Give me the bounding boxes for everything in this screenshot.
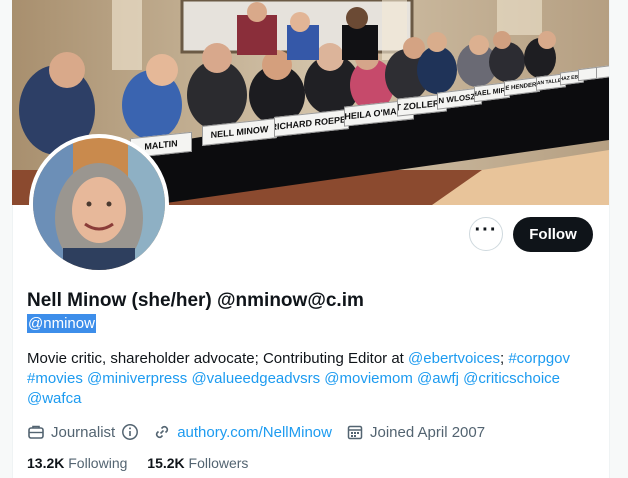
more-icon: ··· xyxy=(474,219,498,241)
calendar-icon xyxy=(347,425,363,440)
website-link[interactable]: authory.com/NellMinow xyxy=(177,424,332,441)
followers-count: 15.2K xyxy=(147,455,185,471)
avatar-photo xyxy=(33,138,165,270)
followers-link[interactable]: 15.2K Followers xyxy=(147,455,248,471)
profession-label: Journalist xyxy=(51,423,116,441)
bio-link[interactable]: #movies xyxy=(27,370,83,387)
handle: @nminow xyxy=(27,314,96,333)
handle-text: @nminow xyxy=(27,314,96,333)
follow-button[interactable]: Follow xyxy=(513,217,593,252)
profile-avatar[interactable] xyxy=(29,134,169,274)
joined-item: Joined April 2007 xyxy=(346,423,485,441)
following-label: Following xyxy=(68,455,128,471)
bio-link[interactable]: @miniverpress xyxy=(87,370,187,387)
bio-link[interactable]: @moviemom xyxy=(324,370,413,387)
bio-link[interactable]: @valueedgeadvsrs xyxy=(191,370,320,387)
followers-label: Followers xyxy=(188,455,249,471)
profession-item: Journalist xyxy=(27,423,139,441)
follow-stats: 13.2K Following 15.2K Followers xyxy=(27,455,264,471)
info-icon[interactable] xyxy=(121,423,139,441)
bio-link[interactable]: @criticschoice xyxy=(463,370,560,387)
right-column-edge xyxy=(609,0,628,478)
bio-link-corpgov[interactable]: #corpgov xyxy=(508,350,570,367)
link-icon xyxy=(156,425,169,439)
more-options-button[interactable]: ··· xyxy=(469,217,503,251)
bio-text: Movie critic, shareholder advocate; Cont… xyxy=(27,350,409,367)
website-item[interactable]: authory.com/NellMinow xyxy=(153,423,332,441)
bio-line-3: @wafca xyxy=(27,389,587,409)
bio: Movie critic, shareholder advocate; Cont… xyxy=(27,349,587,409)
name-placard xyxy=(596,65,609,79)
joined-label: Joined April 2007 xyxy=(369,423,486,441)
bio-line-2: #movies @miniverpress @valueedgeadvsrs @… xyxy=(27,369,587,389)
bio-link[interactable]: @awfj xyxy=(417,370,459,387)
following-link[interactable]: 13.2K Following xyxy=(27,455,127,471)
bio-link-wafca[interactable]: @wafca xyxy=(27,390,81,407)
display-name: Nell Minow (she/her) @nminow@c.im xyxy=(27,290,364,311)
profile-meta: Journalist authory.com/NellMinow Joined … xyxy=(27,422,499,442)
briefcase-icon xyxy=(28,425,44,439)
name-placard xyxy=(578,66,598,82)
bio-link-ebertvoices[interactable]: @ebertvoices xyxy=(408,350,500,367)
bio-line-1: Movie critic, shareholder advocate; Cont… xyxy=(27,349,587,369)
following-count: 13.2K xyxy=(27,455,65,471)
